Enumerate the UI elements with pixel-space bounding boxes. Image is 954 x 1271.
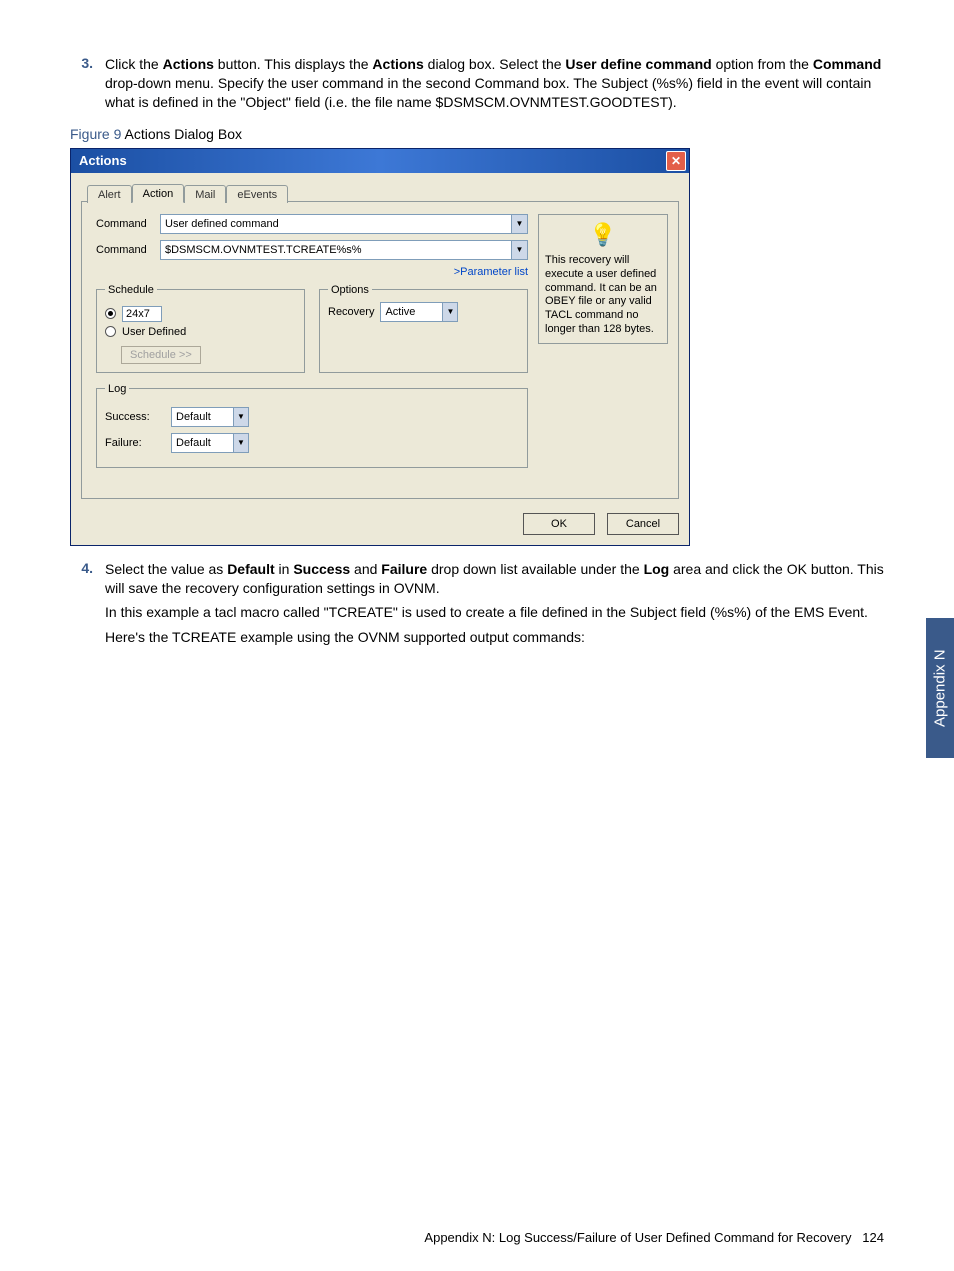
lightbulb-icon: 💡 xyxy=(545,221,661,249)
t: Command xyxy=(813,56,881,72)
figure-number: Figure 9 xyxy=(70,126,121,142)
step-3-container: 3. Click the Actions button. This displa… xyxy=(70,55,884,118)
chevron-down-icon[interactable]: ▼ xyxy=(511,241,527,259)
log-failure-value: Default xyxy=(176,437,211,449)
command2-label: Command xyxy=(96,244,160,256)
radio-24x7[interactable] xyxy=(105,308,116,319)
schedule-legend: Schedule xyxy=(105,284,157,296)
step-4-container: 4. Select the value as Default in Succes… xyxy=(70,560,884,654)
step-3-text: Click the Actions button. This displays … xyxy=(105,55,884,118)
chevron-down-icon[interactable]: ▼ xyxy=(442,303,457,321)
actions-dialog: Actions ✕ Alert Action Mail eEvents Comm… xyxy=(70,148,690,546)
t: Click the xyxy=(105,56,163,72)
cancel-button[interactable]: Cancel xyxy=(607,513,679,535)
log-failure-label: Failure: xyxy=(105,437,161,449)
log-success-select[interactable]: Default ▼ xyxy=(171,407,249,427)
dialog-title: Actions xyxy=(79,153,127,168)
page-footer: Appendix N: Log Success/Failure of User … xyxy=(424,1230,884,1245)
t: Actions xyxy=(163,56,214,72)
t: button. This displays the xyxy=(214,56,373,72)
log-success-value: Default xyxy=(176,411,211,423)
log-success-label: Success: xyxy=(105,411,161,423)
command2-select[interactable]: $DSMSCM.OVNMTEST.TCREATE%s% ▼ xyxy=(160,240,528,260)
side-tab-appendix: Appendix N xyxy=(926,618,954,758)
t: in xyxy=(275,561,294,577)
schedule-button[interactable]: Schedule >> xyxy=(121,346,201,364)
tab-events[interactable]: eEvents xyxy=(226,185,288,203)
t: Select the value as xyxy=(105,561,227,577)
command2-value: $DSMSCM.OVNMTEST.TCREATE%s% xyxy=(165,244,362,256)
step-4-number: 4. xyxy=(70,560,105,654)
schedule-user-defined-label: User Defined xyxy=(122,326,186,338)
chevron-down-icon[interactable]: ▼ xyxy=(233,434,248,452)
close-icon[interactable]: ✕ xyxy=(666,151,686,171)
t: drop-down menu. Specify the user command… xyxy=(105,75,871,110)
tab-mail[interactable]: Mail xyxy=(184,185,226,203)
parameter-list-link[interactable]: >Parameter list xyxy=(96,266,528,278)
tab-panel-action: Command User defined command ▼ Command $… xyxy=(81,201,679,499)
log-group: Log Success: Default ▼ Failure: Default xyxy=(96,383,528,468)
tab-action[interactable]: Action xyxy=(132,184,185,203)
info-box: 💡 This recovery will execute a user defi… xyxy=(538,214,668,344)
figure-caption: Figure 9 Actions Dialog Box xyxy=(70,126,884,142)
tab-alert[interactable]: Alert xyxy=(87,185,132,203)
dialog-titlebar[interactable]: Actions ✕ xyxy=(71,149,689,173)
log-failure-select[interactable]: Default ▼ xyxy=(171,433,249,453)
step-4-p2: In this example a tacl macro called "TCR… xyxy=(105,603,884,622)
step-3-number: 3. xyxy=(70,55,105,118)
t: dialog box. Select the xyxy=(424,56,566,72)
step-4-text: Select the value as Default in Success a… xyxy=(105,560,884,654)
recovery-select[interactable]: Active ▼ xyxy=(380,302,458,322)
figure-title: Actions Dialog Box xyxy=(121,126,242,142)
t: Success xyxy=(293,561,350,577)
t: Failure xyxy=(381,561,427,577)
info-text: This recovery will execute a user define… xyxy=(545,254,657,335)
radio-user-defined[interactable] xyxy=(105,326,116,337)
recovery-label: Recovery xyxy=(328,306,374,318)
step-4-p3: Here's the TCREATE example using the OVN… xyxy=(105,628,884,647)
schedule-group: Schedule 24x7 User Defined Schedule >> xyxy=(96,284,305,373)
command1-label: Command xyxy=(96,218,160,230)
ok-button[interactable]: OK xyxy=(523,513,595,535)
options-group: Options Recovery Active ▼ xyxy=(319,284,528,373)
options-legend: Options xyxy=(328,284,372,296)
t: Default xyxy=(227,561,274,577)
chevron-down-icon[interactable]: ▼ xyxy=(233,408,248,426)
t: Log xyxy=(644,561,670,577)
command1-value: User defined command xyxy=(165,218,279,230)
recovery-value: Active xyxy=(385,306,415,318)
t: drop down list available under the xyxy=(427,561,643,577)
t: and xyxy=(350,561,381,577)
log-legend: Log xyxy=(105,383,129,395)
t: Actions xyxy=(372,56,423,72)
footer-page: 124 xyxy=(862,1230,884,1245)
footer-text: Appendix N: Log Success/Failure of User … xyxy=(424,1230,851,1245)
t: User define command xyxy=(565,56,711,72)
schedule-24x7-text[interactable]: 24x7 xyxy=(122,306,162,322)
command1-select[interactable]: User defined command ▼ xyxy=(160,214,528,234)
chevron-down-icon[interactable]: ▼ xyxy=(511,215,527,233)
t: option from the xyxy=(712,56,813,72)
dialog-tabs: Alert Action Mail eEvents xyxy=(81,183,679,201)
